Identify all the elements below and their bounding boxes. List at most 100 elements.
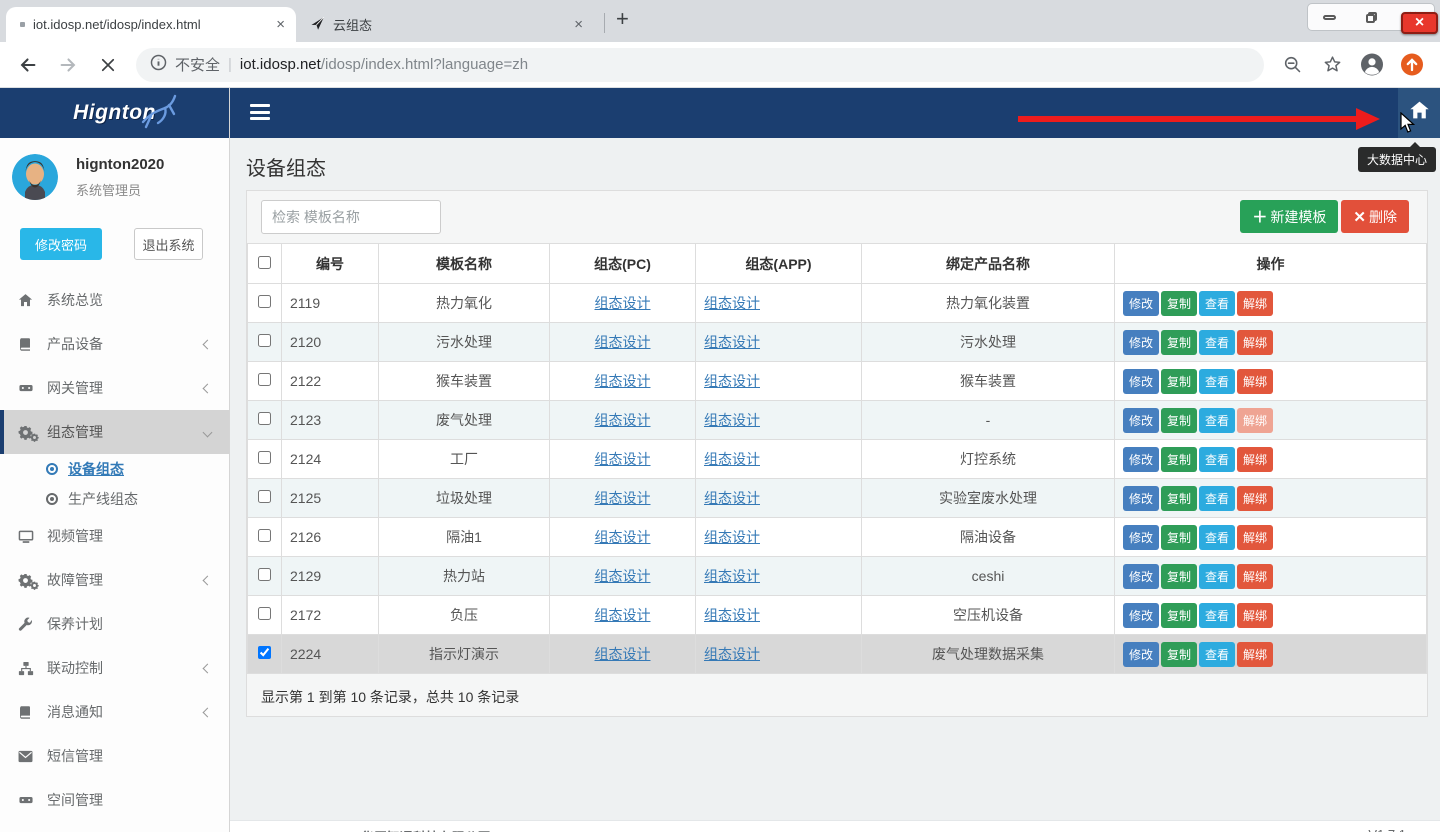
modify-button[interactable]: 修改 xyxy=(1123,369,1159,394)
row-checkbox[interactable] xyxy=(258,646,271,659)
copy-button[interactable]: 复制 xyxy=(1161,525,1197,550)
tab-close-icon[interactable]: × xyxy=(571,16,586,33)
sidebar-item-configuration[interactable]: 组态管理 xyxy=(0,410,229,454)
url-field[interactable]: 不安全 | iot.idosp.net/idosp/index.html?lan… xyxy=(136,48,1264,82)
row-checkbox[interactable] xyxy=(258,295,271,308)
unbind-button[interactable]: 解绑 xyxy=(1237,330,1273,355)
config-pc-link[interactable]: 组态设计 xyxy=(595,646,651,662)
unbind-button[interactable]: 解绑 xyxy=(1237,291,1273,316)
sidebar-item-maintenance[interactable]: 保养计划 xyxy=(0,602,229,646)
sidebar-item-fault[interactable]: 故障管理 xyxy=(0,558,229,602)
new-tab-button[interactable]: + xyxy=(616,6,629,32)
row-checkbox[interactable] xyxy=(258,412,271,425)
logout-button[interactable]: 退出系统 xyxy=(134,228,203,260)
modify-button[interactable]: 修改 xyxy=(1123,642,1159,667)
copy-button[interactable]: 复制 xyxy=(1161,408,1197,433)
config-pc-link[interactable]: 组态设计 xyxy=(595,568,651,584)
back-button[interactable] xyxy=(16,53,40,77)
unbind-button[interactable]: 解绑 xyxy=(1237,369,1273,394)
modify-button[interactable]: 修改 xyxy=(1123,408,1159,433)
sidebar-item-product-device[interactable]: 产品设备 xyxy=(0,322,229,366)
copy-button[interactable]: 复制 xyxy=(1161,486,1197,511)
menu-toggle-button[interactable] xyxy=(250,104,270,124)
copy-button[interactable]: 复制 xyxy=(1161,447,1197,472)
forward-button[interactable] xyxy=(56,53,80,77)
modify-button[interactable]: 修改 xyxy=(1123,603,1159,628)
config-app-link[interactable]: 组态设计 xyxy=(704,529,760,545)
config-app-link[interactable]: 组态设计 xyxy=(704,451,760,467)
copy-button[interactable]: 复制 xyxy=(1161,330,1197,355)
config-app-link[interactable]: 组态设计 xyxy=(704,412,760,428)
config-app-link[interactable]: 组态设计 xyxy=(704,373,760,389)
sidebar-item-linkage[interactable]: 联动控制 xyxy=(0,646,229,690)
delete-button[interactable]: ✕删除 xyxy=(1341,200,1409,233)
view-button[interactable]: 查看 xyxy=(1199,408,1235,433)
search-input[interactable] xyxy=(261,200,441,234)
unbind-button[interactable]: 解绑 xyxy=(1237,408,1273,433)
config-app-link[interactable]: 组态设计 xyxy=(704,607,760,623)
config-pc-link[interactable]: 组态设计 xyxy=(595,607,651,623)
config-pc-link[interactable]: 组态设计 xyxy=(595,529,651,545)
minimize-button[interactable] xyxy=(1308,4,1350,30)
profile-avatar-icon[interactable] xyxy=(1360,53,1384,77)
copy-button[interactable]: 复制 xyxy=(1161,369,1197,394)
view-button[interactable]: 查看 xyxy=(1199,447,1235,472)
copy-button[interactable]: 复制 xyxy=(1161,291,1197,316)
view-button[interactable]: 查看 xyxy=(1199,603,1235,628)
sidebar-item-system-overview[interactable]: 系统总览 xyxy=(0,278,229,322)
unbind-button[interactable]: 解绑 xyxy=(1237,447,1273,472)
config-app-link[interactable]: 组态设计 xyxy=(704,568,760,584)
bookmark-star-icon[interactable] xyxy=(1320,53,1344,77)
config-pc-link[interactable]: 组态设计 xyxy=(595,334,651,350)
view-button[interactable]: 查看 xyxy=(1199,564,1235,589)
view-button[interactable]: 查看 xyxy=(1199,291,1235,316)
row-checkbox[interactable] xyxy=(258,334,271,347)
tab-close-icon[interactable]: × xyxy=(273,16,288,33)
config-pc-link[interactable]: 组态设计 xyxy=(595,412,651,428)
config-app-link[interactable]: 组态设计 xyxy=(704,646,760,662)
sidebar-item-message[interactable]: 消息通知 xyxy=(0,690,229,734)
modify-button[interactable]: 修改 xyxy=(1123,291,1159,316)
sidebar-item-space[interactable]: 空间管理 xyxy=(0,778,229,822)
row-checkbox[interactable] xyxy=(258,373,271,386)
browser-update-icon[interactable] xyxy=(1400,53,1424,77)
unbind-button[interactable]: 解绑 xyxy=(1237,525,1273,550)
copy-button[interactable]: 复制 xyxy=(1161,642,1197,667)
view-button[interactable]: 查看 xyxy=(1199,642,1235,667)
view-button[interactable]: 查看 xyxy=(1199,525,1235,550)
view-button[interactable]: 查看 xyxy=(1199,330,1235,355)
sidebar-subitem-line-config[interactable]: 生产线组态 xyxy=(0,484,229,514)
unbind-button[interactable]: 解绑 xyxy=(1237,564,1273,589)
sidebar-item-gateway[interactable]: 网关管理 xyxy=(0,366,229,410)
config-app-link[interactable]: 组态设计 xyxy=(704,295,760,311)
unbind-button[interactable]: 解绑 xyxy=(1237,642,1273,667)
modify-button[interactable]: 修改 xyxy=(1123,525,1159,550)
restore-button[interactable] xyxy=(1350,4,1392,30)
select-all-checkbox[interactable] xyxy=(258,256,271,269)
config-app-link[interactable]: 组态设计 xyxy=(704,334,760,350)
row-checkbox[interactable] xyxy=(258,529,271,542)
row-checkbox[interactable] xyxy=(258,451,271,464)
change-password-button[interactable]: 修改密码 xyxy=(20,228,102,260)
unbind-button[interactable]: 解绑 xyxy=(1237,486,1273,511)
modify-button[interactable]: 修改 xyxy=(1123,447,1159,472)
config-pc-link[interactable]: 组态设计 xyxy=(595,490,651,506)
stop-button[interactable] xyxy=(96,53,120,77)
modify-button[interactable]: 修改 xyxy=(1123,564,1159,589)
row-checkbox[interactable] xyxy=(258,568,271,581)
modify-button[interactable]: 修改 xyxy=(1123,486,1159,511)
modify-button[interactable]: 修改 xyxy=(1123,330,1159,355)
zoom-icon[interactable] xyxy=(1280,53,1304,77)
copy-button[interactable]: 复制 xyxy=(1161,564,1197,589)
unbind-button[interactable]: 解绑 xyxy=(1237,603,1273,628)
config-pc-link[interactable]: 组态设计 xyxy=(595,451,651,467)
new-template-button[interactable]: ＋新建模板 xyxy=(1240,200,1338,233)
view-button[interactable]: 查看 xyxy=(1199,369,1235,394)
browser-tab-current[interactable]: iot.idosp.net/idosp/index.html × xyxy=(6,7,296,42)
sidebar-item-video[interactable]: 视频管理 xyxy=(0,514,229,558)
browser-tab-cloud-config[interactable]: 云组态 × xyxy=(302,7,594,42)
copy-button[interactable]: 复制 xyxy=(1161,603,1197,628)
row-checkbox[interactable] xyxy=(258,490,271,503)
view-button[interactable]: 查看 xyxy=(1199,486,1235,511)
config-pc-link[interactable]: 组态设计 xyxy=(595,295,651,311)
